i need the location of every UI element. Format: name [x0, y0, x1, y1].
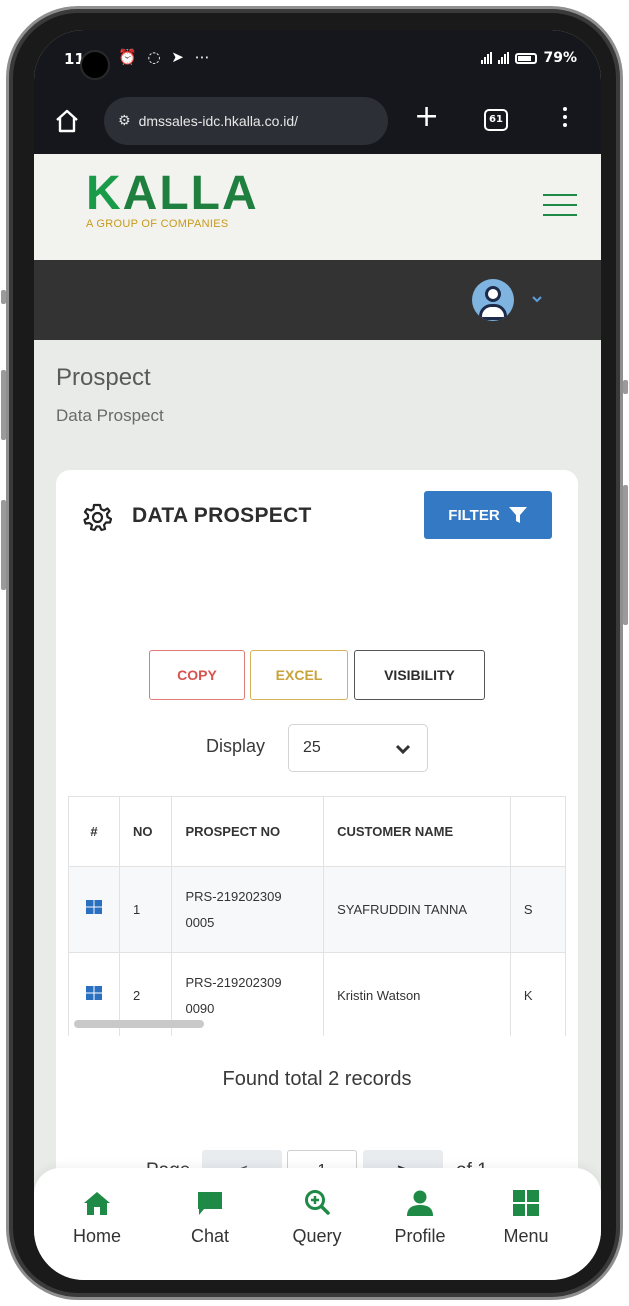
search-icon	[305, 1190, 330, 1215]
user-bar	[34, 260, 601, 340]
windows-grid-icon[interactable]	[85, 985, 102, 1000]
windows-grid-icon[interactable]	[85, 899, 102, 914]
cell-extra: S	[509, 866, 566, 953]
new-tab-icon[interactable]: +	[414, 102, 439, 132]
user-icon	[407, 1190, 433, 1216]
nav-chat[interactable]: Chat	[165, 1188, 255, 1247]
display-label: Display	[206, 736, 266, 756]
nav-label: Home	[72, 1226, 121, 1246]
excel-button[interactable]: EXCEL	[250, 650, 348, 700]
signal-icon	[481, 52, 493, 64]
camera-cutout	[80, 50, 110, 80]
page-size-value: 25	[303, 739, 321, 756]
column-header-prospect-no[interactable]: PROSPECT NO	[171, 796, 325, 867]
cell-extra: K	[509, 952, 566, 1036]
browser-toolbar: ⚙ dmssales-idc.hkalla.co.id/ + 61	[34, 88, 601, 154]
hamburger-menu-icon[interactable]	[543, 194, 577, 218]
address-bar[interactable]: ⚙ dmssales-idc.hkalla.co.id/	[104, 97, 388, 145]
nav-home[interactable]: Home	[52, 1188, 142, 1247]
bottom-navigation: Home Chat Query Profile Menu	[34, 1168, 601, 1280]
chat-icon	[198, 1192, 222, 1215]
nav-label: Query	[292, 1226, 342, 1246]
volume-button	[1, 370, 6, 440]
site-settings-icon[interactable]: ⚙	[118, 113, 131, 129]
tab-switcher-button[interactable]: 61	[484, 109, 508, 131]
logo-letter: K	[86, 167, 123, 220]
column-header-customer-name[interactable]: CUSTOMER NAME	[323, 796, 511, 867]
notification-icons: ⏰ ◌ ➤ ⋯	[118, 48, 213, 66]
gear-icon	[83, 503, 112, 532]
column-header-no[interactable]: NO	[118, 796, 173, 867]
page-size-select[interactable]: 25	[288, 724, 428, 772]
volume-button	[1, 500, 6, 590]
app-header: KALLA A GROUP OF COMPANIES	[34, 154, 601, 260]
page-title: Prospect	[56, 364, 151, 391]
breadcrumb: Data Prospect	[56, 406, 164, 425]
home-icon[interactable]	[54, 108, 80, 134]
column-header-hash[interactable]: #	[68, 796, 120, 867]
table-header-row: # NO PROSPECT NO CUSTOMER NAME	[68, 796, 566, 867]
prospect-no-line: 0090	[185, 1000, 215, 1016]
visibility-button[interactable]: VISIBILITY	[354, 650, 485, 700]
side-button	[623, 380, 628, 394]
nav-label: Profile	[394, 1226, 446, 1246]
cell-customer-name: Kristin Watson	[323, 952, 511, 1036]
prospect-no-line: PRS-219202309	[185, 888, 282, 904]
nav-query[interactable]: Query	[272, 1188, 362, 1247]
home-icon	[84, 1192, 110, 1215]
signal-icon	[498, 52, 510, 64]
battery-level: 79%	[543, 50, 577, 66]
logo-word: ALLA	[122, 167, 259, 220]
nav-menu[interactable]: Menu	[481, 1188, 571, 1247]
nav-label: Chat	[190, 1226, 230, 1246]
battery-icon	[515, 52, 538, 64]
prospect-table: # NO PROSPECT NO CUSTOMER NAME 1 PRS-219…	[68, 796, 566, 1036]
horizontal-scrollbar[interactable]	[74, 1020, 204, 1028]
filter-button[interactable]: FILTER	[424, 491, 552, 539]
card-title: DATA PROSPECT	[132, 504, 312, 527]
filter-icon	[508, 507, 527, 523]
cell-customer-name: SYAFRUDDIN TANNA	[323, 866, 511, 953]
url-text: dmssales-idc.hkalla.co.id/	[138, 113, 299, 129]
cell-no: 1	[118, 866, 173, 953]
status-icons: 79%	[481, 50, 577, 66]
prospect-no-line: PRS-219202309	[185, 974, 282, 990]
row-action-cell[interactable]	[68, 866, 120, 953]
column-header-extra[interactable]	[509, 796, 566, 867]
grid-menu-icon	[513, 1190, 539, 1216]
prospect-no-line: 0005	[185, 914, 215, 930]
prospect-table-container[interactable]: # NO PROSPECT NO CUSTOMER NAME 1 PRS-219…	[68, 796, 566, 1036]
user-avatar[interactable]	[472, 279, 514, 321]
data-prospect-card: DATA PROSPECT FILTER COPY EXCEL VISIBILI…	[56, 470, 578, 1198]
power-button	[1, 290, 6, 304]
cell-prospect-no: PRS-219202309 0005	[171, 866, 325, 953]
copy-button[interactable]: COPY	[149, 650, 245, 700]
chevron-down-icon[interactable]	[532, 294, 542, 304]
side-button	[623, 485, 628, 625]
kalla-logo[interactable]: KALLA A GROUP OF COMPANIES	[86, 167, 259, 231]
chevron-down-icon	[395, 744, 411, 755]
browser-menu-icon[interactable]	[558, 104, 572, 134]
table-row: 1 PRS-219202309 0005 SYAFRUDDIN TANNA S	[68, 866, 566, 953]
status-bar: 11 ⏰ ◌ ➤ ⋯ 79%	[34, 30, 601, 88]
records-summary: Found total 2 records	[222, 1068, 412, 1090]
phone-screen: 11 ⏰ ◌ ➤ ⋯ 79% ⚙ dmssales-idc.hkalla.co.…	[34, 30, 601, 1280]
filter-label: FILTER	[448, 506, 500, 524]
nav-label: Menu	[503, 1226, 549, 1246]
nav-profile[interactable]: Profile	[375, 1188, 465, 1247]
